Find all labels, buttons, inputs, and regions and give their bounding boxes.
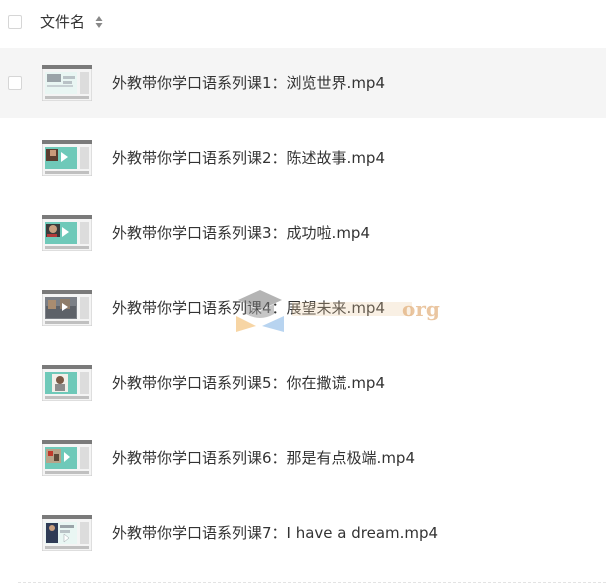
file-name[interactable]: 外教带你学口语系列课2：陈述故事.mp4 bbox=[112, 148, 385, 168]
file-row[interactable]: 外教带你学口语系列课5：你在撒谎.mp4 bbox=[0, 348, 606, 418]
video-thumbnail-icon bbox=[42, 515, 92, 551]
file-list-header: 文件名 bbox=[0, 0, 606, 46]
video-thumbnail-icon bbox=[42, 65, 92, 101]
file-row[interactable]: 外教带你学口语系列课2：陈述故事.mp4 bbox=[0, 123, 606, 193]
list-bottom-divider bbox=[18, 582, 606, 583]
sort-icon[interactable] bbox=[95, 14, 103, 30]
column-header-filename[interactable]: 文件名 bbox=[40, 12, 85, 32]
file-row[interactable]: 外教带你学口语系列课4：展望未来.mp4 bbox=[0, 273, 606, 343]
video-thumbnail-icon bbox=[42, 365, 92, 401]
file-row[interactable]: 外教带你学口语系列课3：成功啦.mp4 bbox=[0, 198, 606, 268]
select-all-checkbox[interactable] bbox=[8, 15, 22, 29]
file-name[interactable]: 外教带你学口语系列课6：那是有点极端.mp4 bbox=[112, 448, 415, 468]
file-row[interactable]: 外教带你学口语系列课6：那是有点极端.mp4 bbox=[0, 423, 606, 493]
file-row[interactable]: 外教带你学口语系列课7：I have a dream.mp4 bbox=[0, 498, 606, 568]
video-thumbnail-icon bbox=[42, 290, 92, 326]
file-name[interactable]: 外教带你学口语系列课5：你在撒谎.mp4 bbox=[112, 373, 385, 393]
file-name[interactable]: 外教带你学口语系列课7：I have a dream.mp4 bbox=[112, 523, 438, 543]
video-thumbnail-icon bbox=[42, 440, 92, 476]
file-row[interactable]: 外教带你学口语系列课1：浏览世界.mp4 bbox=[0, 48, 606, 118]
file-name[interactable]: 外教带你学口语系列课3：成功啦.mp4 bbox=[112, 223, 370, 243]
file-name[interactable]: 外教带你学口语系列课1：浏览世界.mp4 bbox=[112, 73, 385, 93]
file-name[interactable]: 外教带你学口语系列课4：展望未来.mp4 bbox=[112, 298, 385, 318]
video-thumbnail-icon bbox=[42, 215, 92, 251]
row-checkbox[interactable] bbox=[8, 76, 22, 90]
video-thumbnail-icon bbox=[42, 140, 92, 176]
